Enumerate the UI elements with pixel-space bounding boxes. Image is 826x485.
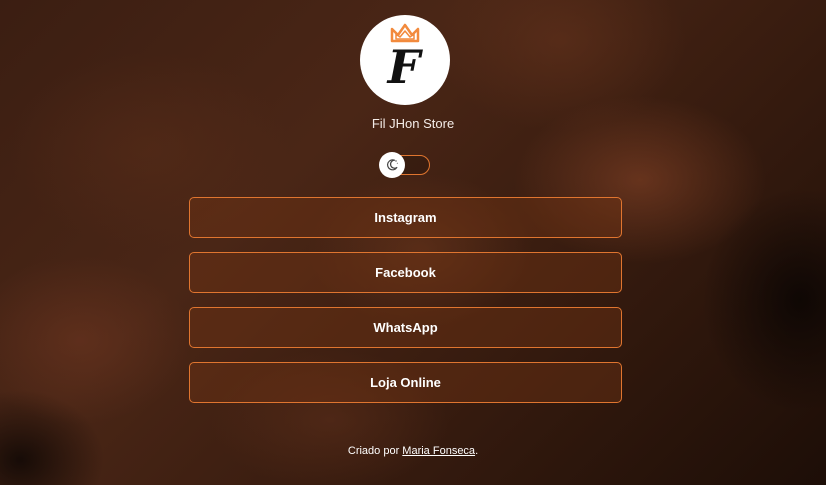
page-content: F Fil JHon Store Instagram Facebook What… (0, 0, 826, 485)
facebook-button[interactable]: Facebook (189, 252, 622, 293)
author-link[interactable]: Maria Fonseca (402, 445, 475, 457)
logo-letter: F (386, 40, 424, 94)
footer-suffix: . (475, 445, 479, 457)
footer: Criado por Maria Fonseca. (0, 445, 826, 457)
links-list: Instagram Facebook WhatsApp Loja Online (189, 197, 622, 417)
crown-logo-icon: F (386, 23, 424, 94)
toggle-knob[interactable] (379, 152, 405, 178)
online-store-button[interactable]: Loja Online (189, 362, 622, 403)
store-name: Fil JHon Store (371, 116, 455, 131)
whatsapp-button[interactable]: WhatsApp (189, 307, 622, 348)
moon-icon (387, 159, 398, 171)
theme-toggle[interactable] (379, 152, 430, 178)
avatar: F (360, 15, 450, 105)
instagram-button[interactable]: Instagram (189, 197, 622, 238)
footer-prefix: Criado por (347, 445, 400, 457)
